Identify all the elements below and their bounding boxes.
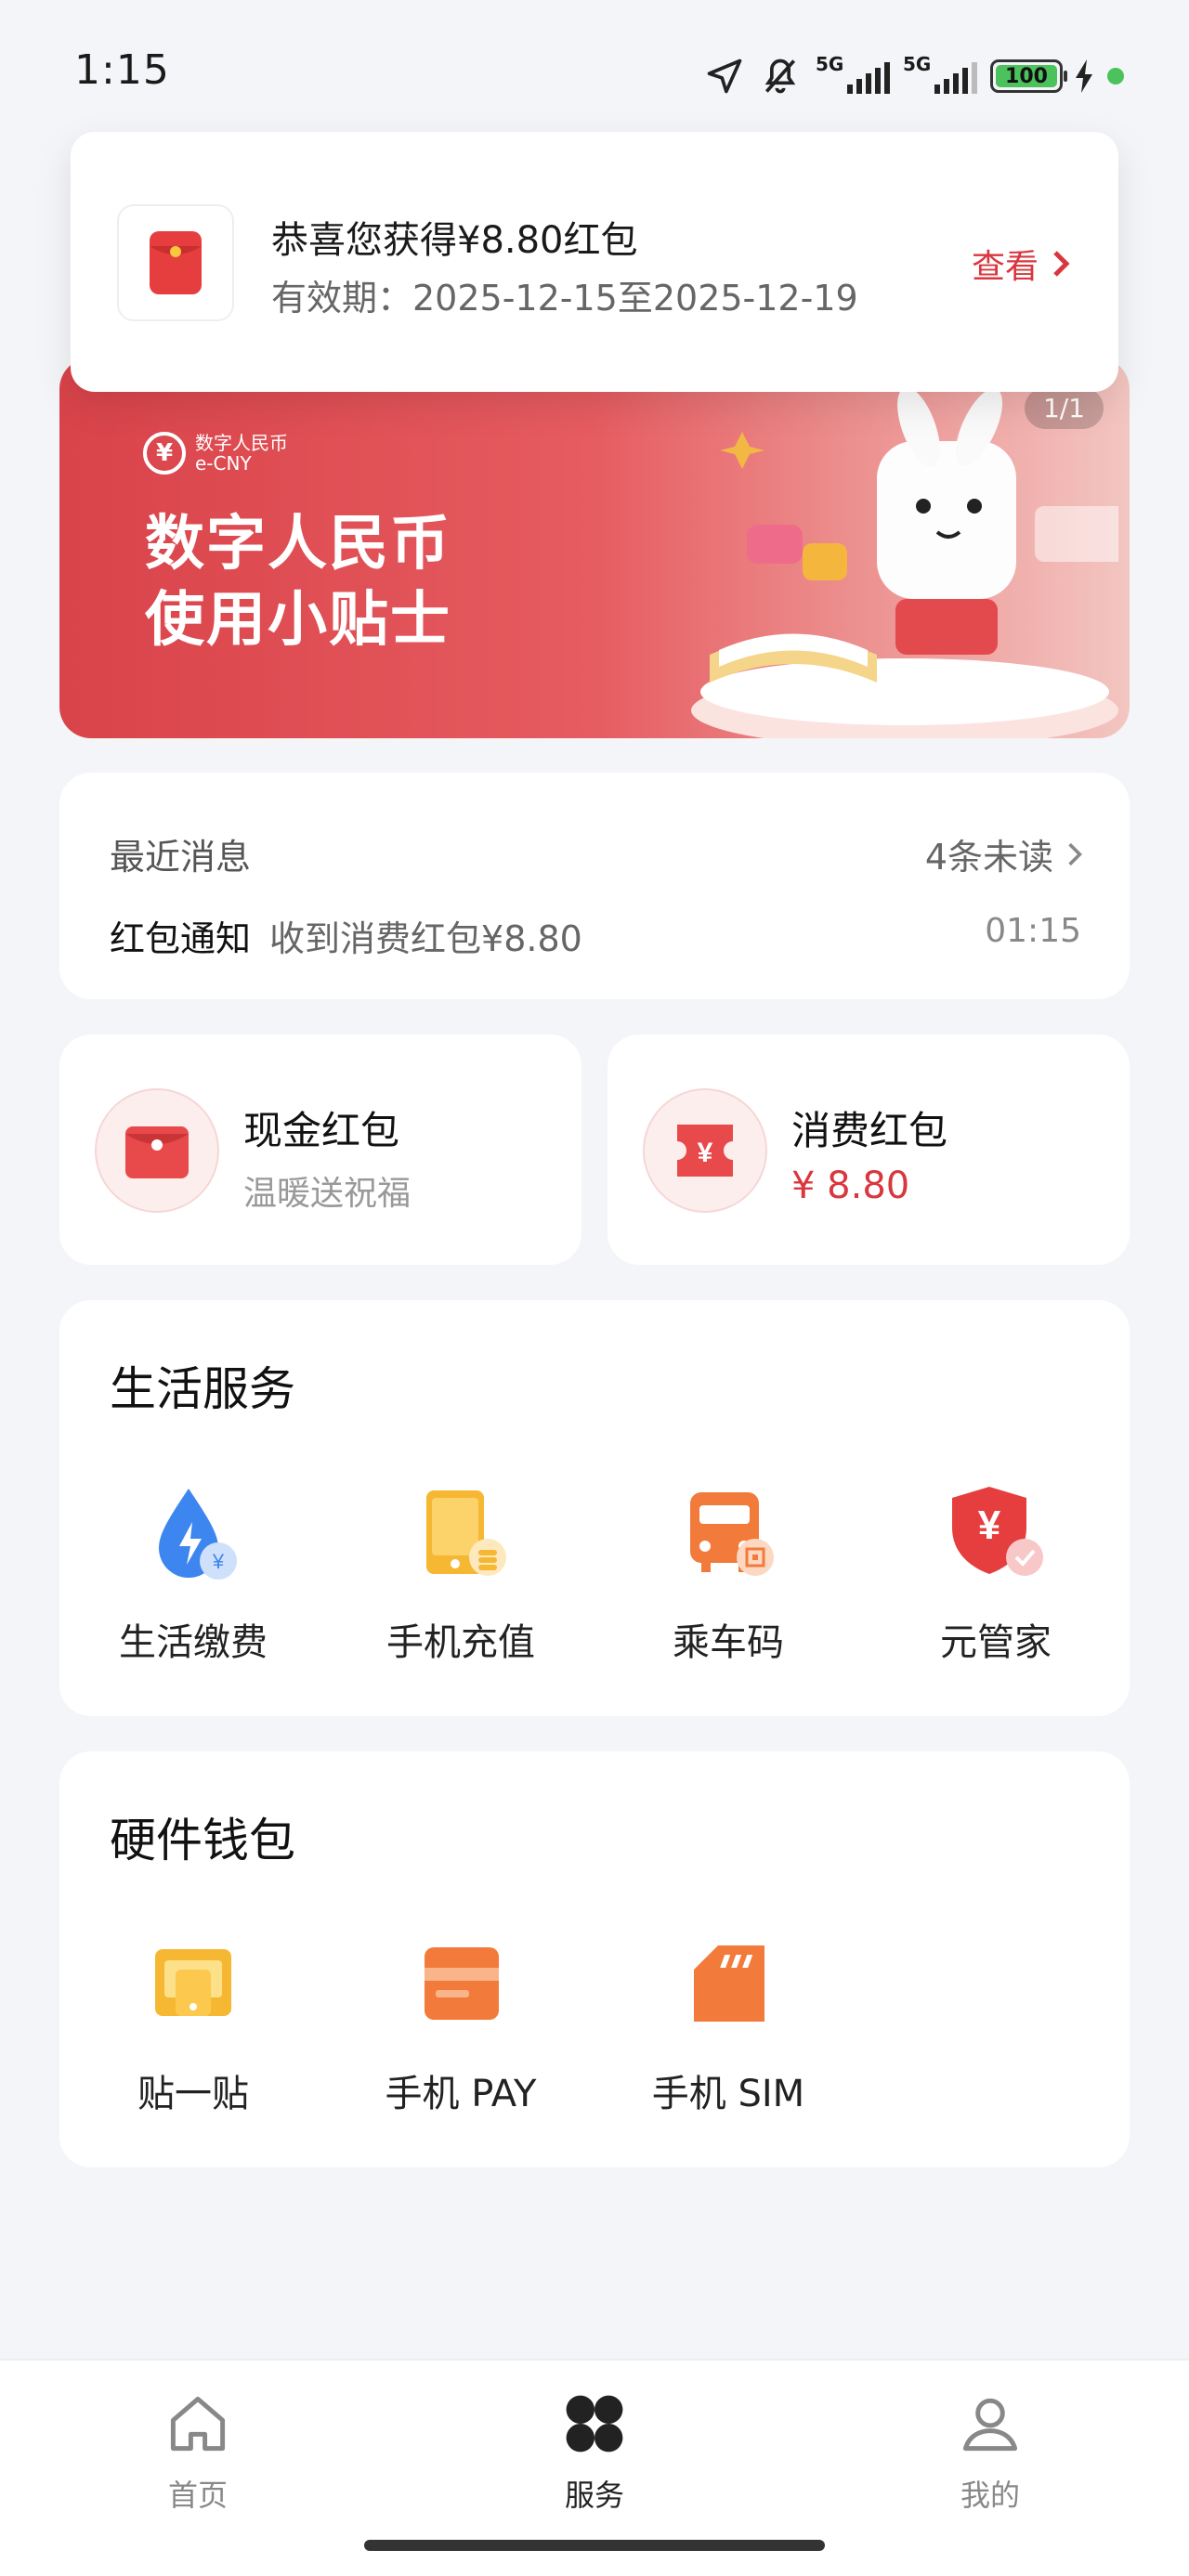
consume-red-packet-amount: ¥ 8.80 [791,1164,910,1207]
consume-red-packet-icon: ¥ [643,1088,767,1213]
chevron-right-icon [1053,251,1070,277]
wallet-tap[interactable]: 贴一贴 [59,1928,327,2117]
section-title: 生活服务 [110,1362,295,1416]
status-icons: 5G 5G 100 [704,48,1124,104]
signal-1-icon: 5G [816,53,890,94]
transit-code-icon [673,1477,784,1588]
bill-pay-icon: ¥ [137,1477,249,1588]
battery-icon: 100 [990,59,1067,93]
service-yuan-guard[interactable]: ¥ 元管家 [862,1477,1130,1666]
phone-topup-icon [405,1477,516,1588]
ecny-logo: ¥ 数字人民币 e-CNY [143,432,288,475]
signal-2-icon: 5G [903,53,977,94]
view-button[interactable]: 查看 [972,240,1070,288]
banner-counter: 1/1 [1024,387,1104,429]
service-bill-pay[interactable]: ¥ 生活缴费 [59,1477,327,1666]
sim-card-icon [673,1928,784,2039]
cash-red-packet-subtitle: 温暖送祝福 [243,1175,412,1213]
nav-services[interactable]: 服务 [502,2388,687,2515]
hardware-wallet-section: 硬件钱包 贴一贴 手机 PAY 手机 SIM [59,1751,1130,2167]
cash-red-packet-icon [95,1088,219,1213]
svg-text:¥: ¥ [698,1138,713,1168]
yuan-guard-icon: ¥ [940,1477,1052,1588]
red-packet-notification[interactable]: 恭喜您获得¥8.80红包 有效期：2025-12-15至2025-12-19 查… [71,132,1118,392]
home-indicator[interactable] [364,2540,825,2551]
status-bar: 1:15 5G 5G 100 [0,0,1189,139]
services-icon [566,2395,623,2452]
phone-pay-icon [405,1928,516,2039]
yen-logo-icon: ¥ [143,432,186,475]
message-item[interactable]: 红包通知 收到消费红包¥8.80 [110,910,582,961]
red-packet-icon [117,204,234,321]
message-type: 红包通知 [110,918,252,959]
consume-red-packet-title: 消费红包 [791,1108,948,1153]
home-icon [170,2396,226,2452]
nav-mine[interactable]: 我的 [897,2388,1083,2515]
promo-banner[interactable]: ¥ 数字人民币 e-CNY 数字人民币 使用小贴士 1/1 [59,358,1130,738]
chevron-right-icon [1068,842,1082,865]
charging-icon [1076,59,1092,93]
wallet-phone-pay[interactable]: 手机 PAY [327,1928,594,2117]
mascot-illustration-icon [691,387,1118,738]
wallet-phone-sim[interactable]: 手机 SIM [594,1928,862,2117]
svg-text:¥: ¥ [212,1550,225,1573]
tap-icon [137,1928,249,2039]
consume-red-packet-card[interactable]: ¥ 消费红包 ¥ 8.80 [608,1034,1130,1265]
service-transit-code[interactable]: 乘车码 [594,1477,862,1666]
messages-header: 最近消息 [110,837,252,878]
privacy-dot [1107,68,1124,85]
notification-validity: 有效期：2025-12-15至2025-12-19 [271,278,858,319]
status-time: 1:15 [74,46,170,94]
message-time: 01:15 [985,912,1081,950]
svg-text:¥: ¥ [978,1503,1001,1548]
section-title: 硬件钱包 [110,1814,295,1867]
unread-count-link[interactable]: 4条未读 [925,828,1083,879]
life-services-section: 生活服务 ¥ 生活缴费 手机充值 乘车码 ¥ 元管家 [59,1300,1130,1716]
cash-red-packet-card[interactable]: 现金红包 温暖送祝福 [59,1034,581,1265]
banner-title: 数字人民币 使用小贴士 [145,510,451,655]
nav-home[interactable]: 首页 [105,2388,291,2515]
cash-red-packet-title: 现金红包 [243,1108,400,1153]
notification-title: 恭喜您获得¥8.80红包 [271,219,638,262]
location-icon [707,59,742,94]
user-icon [962,2398,1018,2452]
mute-icon [764,59,796,94]
recent-messages-card[interactable]: 最近消息 4条未读 红包通知 收到消费红包¥8.80 01:15 [59,773,1130,999]
message-content: 收到消费红包¥8.80 [269,918,582,959]
service-phone-topup[interactable]: 手机充值 [327,1477,594,1666]
